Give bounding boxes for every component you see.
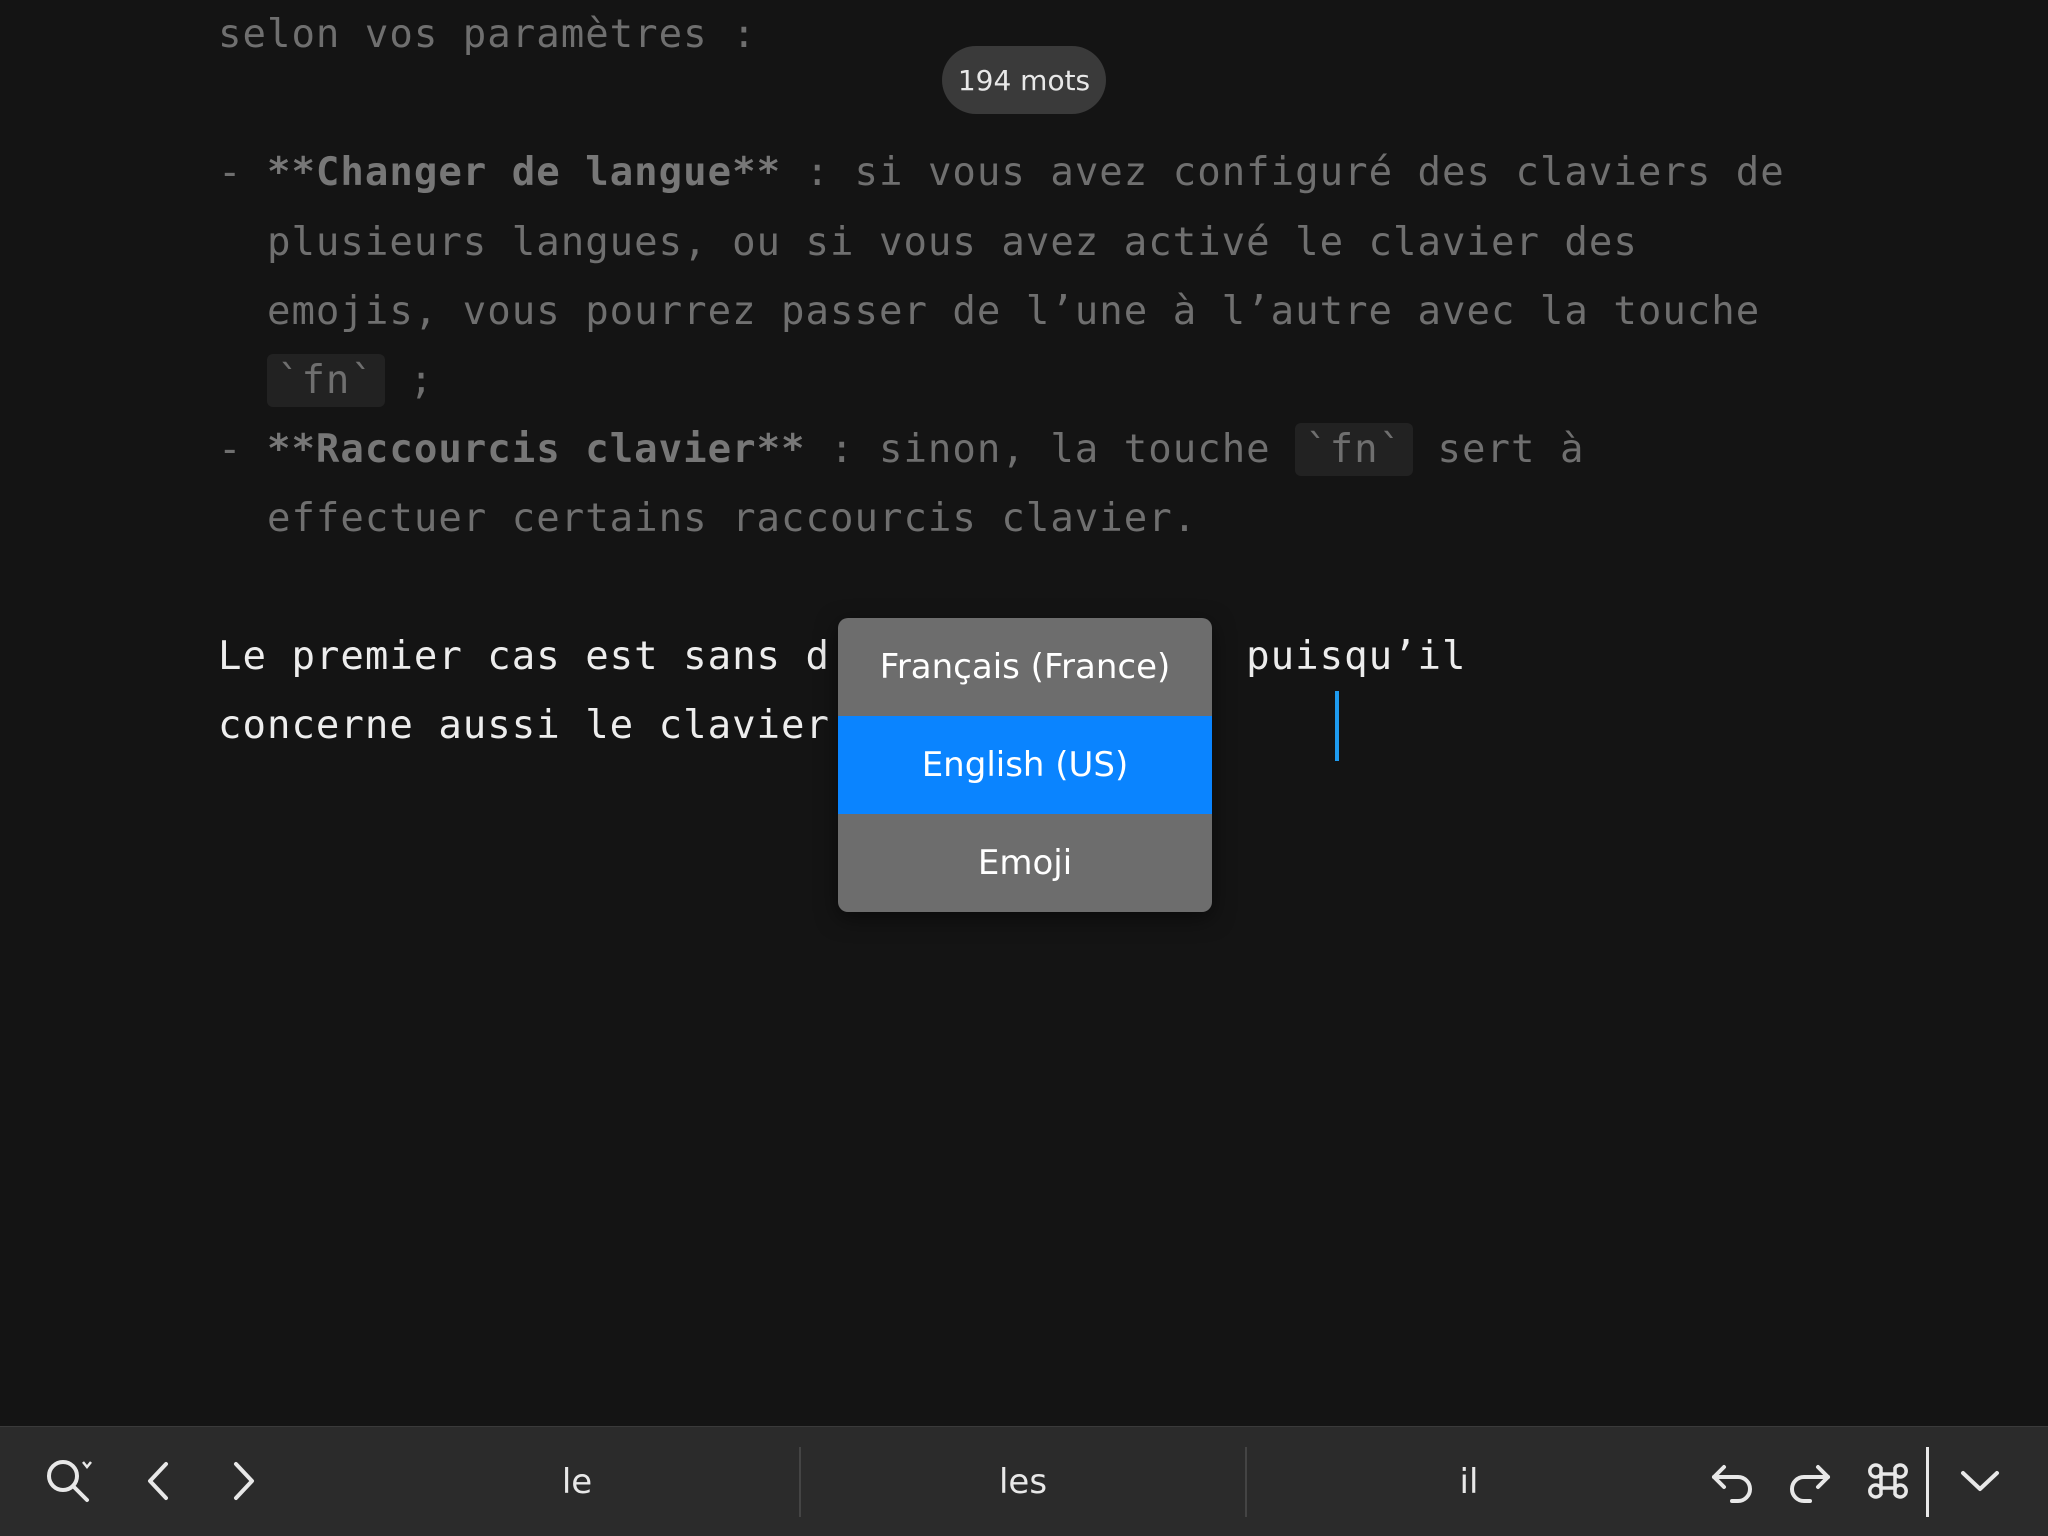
text-span: **Changer de langue**	[266, 150, 782, 195]
search-icon[interactable]	[38, 1451, 98, 1511]
text-span: ;	[384, 358, 434, 403]
editor-line: plusieurs langues, ou si vous avez activ…	[218, 208, 1638, 278]
keyboard-toolbar: le les il	[0, 1426, 2048, 1536]
suggestion-1[interactable]: le	[355, 1427, 799, 1536]
toolbar-divider	[1926, 1447, 1929, 1517]
text-span: concerne aussi le clavier	[218, 703, 830, 748]
chevron-right-icon[interactable]	[214, 1451, 274, 1511]
suggestion-3[interactable]: il	[1247, 1427, 1691, 1536]
language-option-english[interactable]: English (US)	[838, 716, 1212, 814]
text-span: : sinon, la touche	[805, 427, 1296, 472]
text-span: plusieurs langues, ou si vous avez activ…	[218, 220, 1638, 265]
text-span: effectuer certains raccourcis clavier.	[218, 496, 1198, 541]
text-span: `fn`	[266, 354, 385, 407]
command-icon[interactable]	[1858, 1451, 1918, 1511]
text-span: **Raccourcis clavier**	[266, 427, 806, 472]
redo-icon[interactable]	[1780, 1451, 1840, 1511]
text-span: : si vous avez configuré des claviers de	[781, 150, 1785, 195]
text-cursor	[1335, 691, 1339, 761]
language-option-emoji[interactable]: Emoji	[838, 814, 1212, 912]
text-span: sert à	[1413, 427, 1585, 472]
language-menu: Français (France) English (US) Emoji	[838, 618, 1212, 912]
text-span: `fn`	[1295, 423, 1414, 476]
suggestion-2[interactable]: les	[801, 1427, 1245, 1536]
text-span: d	[805, 634, 831, 679]
text-span	[218, 358, 267, 403]
text-span: -	[218, 427, 267, 472]
text-span: -	[218, 150, 267, 195]
editor-line: selon vos paramètres :	[218, 0, 757, 70]
editor-line: effectuer certains raccourcis clavier.	[218, 484, 1197, 554]
editor-line: `fn` ;	[218, 346, 434, 416]
text-span: Le premier cas est sans	[218, 634, 806, 679]
chevron-down-icon[interactable]	[1950, 1451, 2010, 1511]
text-span: selon vos paramètres :	[218, 12, 757, 57]
editor-line: - **Raccourcis clavier** : sinon, la tou…	[218, 415, 1584, 485]
text-span: emojis, vous pourrez passer de l’une à l…	[218, 289, 1761, 334]
editor-line: emojis, vous pourrez passer de l’une à l…	[218, 277, 1760, 347]
undo-icon[interactable]	[1702, 1451, 1762, 1511]
chevron-left-icon[interactable]	[128, 1451, 188, 1511]
word-count-badge: 194 mots	[942, 46, 1106, 114]
editor-line: - **Changer de langue** : si vous avez c…	[218, 138, 1785, 208]
language-option-francais[interactable]: Français (France)	[838, 618, 1212, 716]
